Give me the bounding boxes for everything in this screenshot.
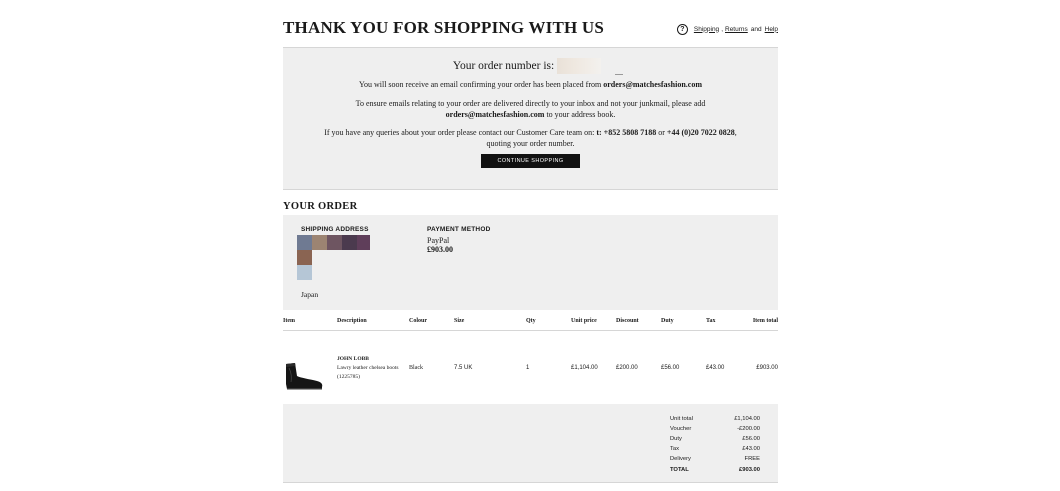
order-number-line: Your order number is: xyxy=(283,60,778,72)
sender-email: orders@matchesfashion.com xyxy=(603,80,702,89)
payment-amount: £903.00 xyxy=(427,245,453,254)
col-colour: Colour xyxy=(409,318,427,324)
order-number-redacted xyxy=(557,58,601,74)
chelsea-boot-image[interactable] xyxy=(283,362,323,390)
table-header-divider xyxy=(283,330,778,331)
redaction-block xyxy=(312,235,327,250)
page-title: THANK YOU FOR SHOPPING WITH US xyxy=(283,18,605,37)
question-circle-icon[interactable]: ? xyxy=(676,23,688,35)
product-size: 7.5 UK xyxy=(454,365,473,371)
shipping-link[interactable]: Shipping xyxy=(694,26,719,33)
your-order-title: YOUR ORDER xyxy=(283,201,358,212)
tax-label: Tax xyxy=(670,446,680,452)
page-header: THANK YOU FOR SHOPPING WITH US ? Shippin… xyxy=(283,18,778,40)
duty-value: £56.00 xyxy=(742,436,760,442)
tax-value: £43.00 xyxy=(742,446,760,452)
payment-method-value: PayPal xyxy=(427,236,450,245)
phone-uk: +44 (0)20 7022 0828 xyxy=(666,128,735,137)
redaction-block xyxy=(297,250,312,265)
col-tax: Tax xyxy=(706,318,716,324)
col-qty: Qty xyxy=(526,318,536,324)
duty-label: Duty xyxy=(670,436,682,442)
product-colour: Black xyxy=(409,365,423,371)
footer-divider xyxy=(283,482,778,483)
confirmation-panel: Your order number is: You will soon rece… xyxy=(283,48,778,189)
link-separator: , xyxy=(721,25,723,33)
product-unit-price: £1,104.00 xyxy=(571,365,598,371)
shipping-address-label: SHIPPING ADDRESS xyxy=(301,226,369,233)
product-description[interactable]: Lawry leather chelsea boots xyxy=(337,365,399,371)
col-unit-price: Unit price xyxy=(571,318,597,324)
total-value: £903.00 xyxy=(739,467,760,473)
help-link[interactable]: Help xyxy=(765,26,778,33)
product-item-total: £903.00 xyxy=(756,365,778,371)
product-code: (1225785) xyxy=(337,374,360,380)
delivery-value: FREE xyxy=(744,456,760,462)
email-confirmation-text: You will soon receive an email confirmin… xyxy=(359,80,702,89)
redaction-block xyxy=(297,265,312,280)
customer-care-text: If you have any queries about your order… xyxy=(324,128,737,148)
product-duty: £56.00 xyxy=(661,365,680,371)
product-discount: £200.00 xyxy=(616,365,638,371)
order-table-header: Item Description Colour Size Qty Unit pr… xyxy=(283,318,778,326)
inbox-instructions-text: To ensure emails relating to your order … xyxy=(355,99,706,119)
confirm-divider xyxy=(283,189,778,190)
product-brand[interactable]: JOHN LOBB xyxy=(337,356,369,362)
col-description: Description xyxy=(337,318,367,324)
order-number-label: Your order number is: xyxy=(452,60,555,72)
phone-hk: t: +852 5808 7188 xyxy=(596,128,657,137)
returns-link[interactable]: Returns xyxy=(725,26,748,33)
redaction-block xyxy=(327,235,342,250)
table-row: JOHN LOBB Lawry leather chelsea boots (1… xyxy=(283,352,778,392)
continue-shopping-button[interactable]: CONTINUE SHOPPING xyxy=(481,154,580,168)
help-links: ? Shipping, Returns and Help xyxy=(676,22,778,36)
redaction-block xyxy=(342,235,357,250)
payment-method-label: PAYMENT METHOD xyxy=(427,226,491,233)
redaction-block xyxy=(357,235,370,250)
voucher-label: Voucher xyxy=(670,426,692,432)
delivery-label: Delivery xyxy=(670,456,691,462)
col-item: Item xyxy=(283,318,295,324)
shipping-country: Japan xyxy=(301,290,319,299)
product-qty: 1 xyxy=(526,365,530,371)
order-number-underline xyxy=(615,74,623,75)
voucher-value: -£200.00 xyxy=(737,426,760,432)
address-payment-panel: SHIPPING ADDRESS Japan PAYMENT METHOD Pa… xyxy=(283,215,778,310)
col-item-total: Item total xyxy=(752,318,778,324)
order-totals-panel: Unit total £1,104.00 Voucher -£200.00 Du… xyxy=(283,404,778,482)
address-book-email: orders@matchesfashion.com xyxy=(445,110,545,119)
col-size: Size xyxy=(454,318,465,324)
unit-total-label: Unit total xyxy=(670,416,693,422)
col-discount: Discount xyxy=(616,318,639,324)
and-text: and xyxy=(750,25,762,33)
total-label: TOTAL xyxy=(670,467,689,473)
col-duty: Duty xyxy=(661,318,674,324)
redaction-block xyxy=(297,235,312,250)
product-tax: £43.00 xyxy=(706,365,725,371)
unit-total-value: £1,104.00 xyxy=(734,416,760,422)
